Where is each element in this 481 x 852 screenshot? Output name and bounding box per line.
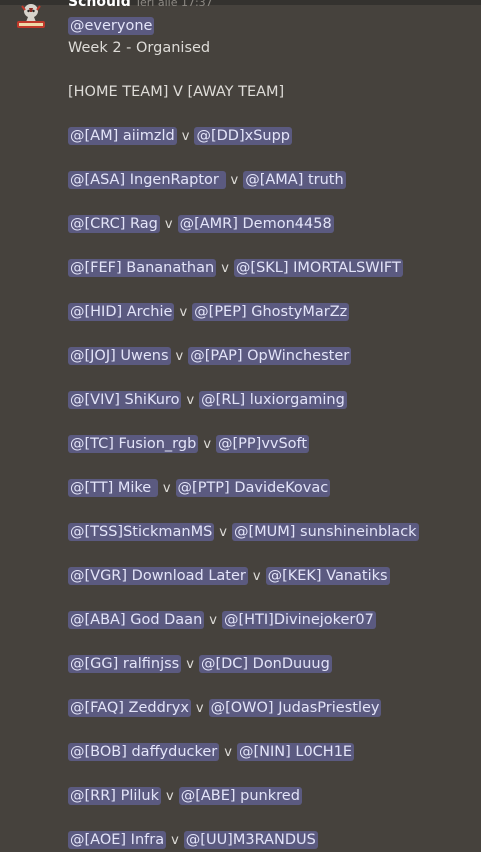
message-header: Schould Ieri alle 17:37 — [68, 0, 213, 12]
everyone-line: @everyone — [68, 16, 155, 36]
home-team-mention[interactable]: @[ABA] God Daan — [68, 611, 205, 629]
versus-separator: v — [224, 745, 232, 760]
fixture-line: @[ASA] IngenRaptor v @[AMA] truth — [68, 170, 346, 191]
home-team-mention[interactable]: @[JOJ] Uwens — [68, 347, 171, 365]
everyone-mention[interactable]: @everyone — [68, 17, 155, 35]
versus-separator: v — [209, 613, 217, 628]
away-team-mention[interactable]: @[ABE] punkred — [178, 787, 302, 805]
fixture-line: @[VIV] ShiKuro v @[RL] luxiorgaming — [68, 390, 347, 411]
fixture-line: @[TT] Mike v @[PTP] DavideKovac — [68, 478, 331, 499]
fixture-line: @[HID] Archie v @[PEP] GhostyMarZz — [68, 302, 350, 323]
home-team-mention[interactable]: @[GG] ralfinjss — [68, 655, 182, 673]
home-team-mention[interactable]: @[ASA] IngenRaptor — [68, 171, 226, 189]
fixture-line: @[FAQ] Zeddryx v @[OWO] JudasPriestley — [68, 698, 382, 719]
versus-separator: v — [252, 569, 261, 584]
versus-separator: v — [179, 305, 188, 320]
versus-separator: v — [230, 173, 239, 188]
fixture-format: [HOME TEAM] V [AWAY TEAM] — [68, 84, 285, 100]
fixture-line: @[GG] ralfinjss v @[DC] DonDuuug — [68, 654, 332, 675]
away-team-mention[interactable]: @[AMR] Demon4458 — [177, 215, 334, 233]
away-team-mention[interactable]: @[RL] luxiorgaming — [199, 391, 347, 409]
away-team-mention[interactable]: @[DC] DonDuuug — [198, 655, 332, 673]
away-team-mention[interactable]: @[UU]M3RANDUS — [183, 831, 318, 849]
author-name[interactable]: Schould — [68, 0, 131, 10]
home-team-mention[interactable]: @[CRC] Rag — [68, 215, 160, 233]
fixture-line: @[TSS]StickmanMS v @[MUM] sunshineinblack — [68, 522, 419, 543]
home-team-mention[interactable]: @[HID] Archie — [68, 303, 175, 321]
home-team-mention[interactable]: @[TT] Mike — [68, 479, 158, 497]
away-team-mention[interactable]: @[OWO] JudasPriestley — [208, 699, 382, 717]
week-title: Week 2 - Organised — [68, 40, 211, 56]
home-team-mention[interactable]: @[FEF] Bananathan — [68, 259, 217, 277]
author-avatar[interactable] — [14, 2, 48, 32]
away-team-mention[interactable]: @[HTI]Divinejoker07 — [221, 611, 376, 629]
fixture-line: @[FEF] Bananathan v @[SKL] IMORTALSWIFT — [68, 258, 403, 279]
fixture-line: @[TC] Fusion_rgb v @[PP]vvSoft — [68, 434, 310, 455]
versus-separator: v — [203, 437, 212, 452]
away-team-mention[interactable]: @[NIN] L0CH1E — [236, 743, 355, 761]
away-team-mention[interactable]: @[SKL] IMORTALSWIFT — [233, 259, 403, 277]
versus-separator: v — [186, 657, 194, 672]
versus-separator: v — [221, 261, 229, 276]
fixture-line: @[VGR] Download Later v @[KEK] Vanatiks — [68, 566, 390, 587]
versus-separator: v — [175, 349, 184, 364]
home-team-mention[interactable]: @[AOE] Infra — [68, 831, 167, 849]
home-team-mention[interactable]: @[AM] aiimzld — [68, 127, 177, 145]
versus-separator: v — [195, 701, 204, 716]
home-team-mention[interactable]: @[BOB] daffyducker — [68, 743, 220, 761]
versus-separator: v — [186, 393, 195, 408]
fixture-line: @[AOE] Infra v @[UU]M3RANDUS — [68, 830, 318, 851]
home-team-mention[interactable]: @[RR] Pliluk — [68, 787, 161, 805]
away-team-mention[interactable]: @[PEP] GhostyMarZz — [192, 303, 350, 321]
fixture-line: @[JOJ] Uwens v @[PAP] OpWinchester — [68, 346, 352, 367]
versus-separator: v — [162, 481, 171, 496]
away-team-mention[interactable]: @[MUM] sunshineinblack — [231, 523, 419, 541]
away-team-mention[interactable]: @[AMA] truth — [243, 171, 346, 189]
fixture-line: @[ABA] God Daan v @[HTI]Divinejoker07 — [68, 610, 376, 631]
away-team-mention[interactable]: @[KEK] Vanatiks — [265, 567, 390, 585]
home-team-mention[interactable]: @[TSS]StickmanMS — [68, 523, 215, 541]
home-team-mention[interactable]: @[VIV] ShiKuro — [68, 391, 182, 409]
fixture-line: @[RR] Pliluk v @[ABE] punkred — [68, 786, 302, 807]
team-logo-avatar-icon — [17, 4, 45, 28]
away-team-mention[interactable]: @[DD]xSupp — [194, 127, 292, 145]
fixture-line: @[BOB] daffyducker v @[NIN] L0CH1E — [68, 742, 355, 763]
home-team-mention[interactable]: @[VGR] Download Later — [68, 567, 248, 585]
versus-separator: v — [171, 833, 179, 848]
home-team-mention[interactable]: @[TC] Fusion_rgb — [68, 435, 199, 453]
versus-separator: v — [164, 217, 173, 232]
away-team-mention[interactable]: @[PAP] OpWinchester — [188, 347, 352, 365]
fixture-line: @[AM] aiimzld v @[DD]xSupp — [68, 126, 292, 147]
fixture-line: @[CRC] Rag v @[AMR] Demon4458 — [68, 214, 334, 235]
versus-separator: v — [166, 789, 174, 804]
away-team-mention[interactable]: @[PP]vvSoft — [216, 435, 310, 453]
versus-separator: v — [181, 129, 190, 144]
home-team-mention[interactable]: @[FAQ] Zeddryx — [68, 699, 191, 717]
versus-separator: v — [219, 525, 227, 540]
away-team-mention[interactable]: @[PTP] DavideKovac — [175, 479, 331, 497]
message-timestamp: Ieri alle 17:37 — [136, 0, 213, 9]
